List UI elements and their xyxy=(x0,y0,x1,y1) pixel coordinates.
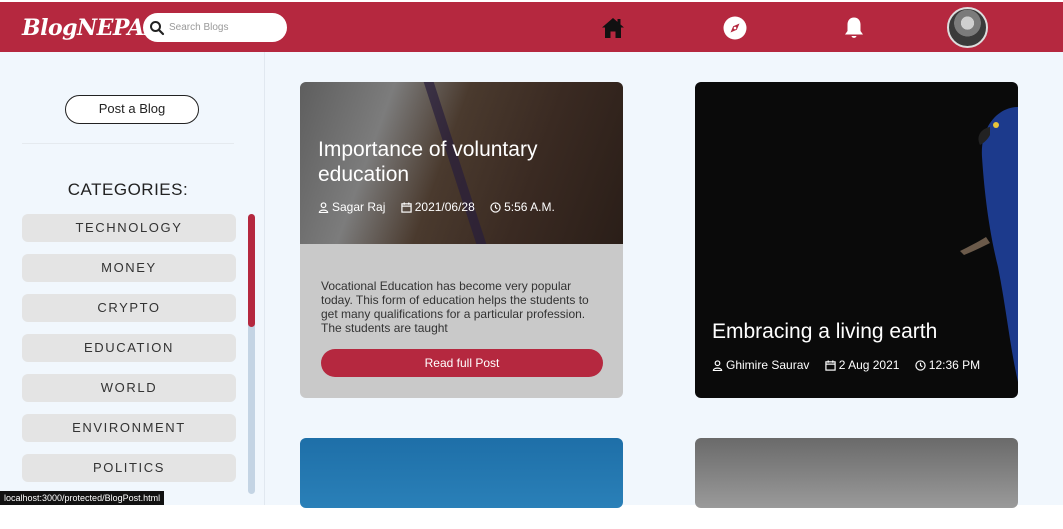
home-icon[interactable] xyxy=(600,15,626,41)
category-crypto[interactable]: CRYPTO xyxy=(22,294,236,322)
search-icon xyxy=(150,21,165,36)
post-date: 2021/06/28 xyxy=(414,200,475,214)
read-full-post-button[interactable]: Read full Post xyxy=(321,349,603,377)
post-time: 12:36 PM xyxy=(928,358,981,372)
user-avatar[interactable] xyxy=(947,7,988,48)
status-bar-url: localhost:3000/protected/BlogPost.html xyxy=(0,491,165,505)
category-politics[interactable]: POLITICS xyxy=(22,454,236,482)
blog-card-excerpt: Vocational Education has become very pop… xyxy=(321,279,589,335)
post-date: 2 Aug 2021 xyxy=(838,358,900,372)
author-name: Sagar Raj xyxy=(332,200,386,214)
post-blog-button[interactable]: Post a Blog xyxy=(65,95,199,124)
author-name: Ghimire Saurav xyxy=(726,358,810,372)
category-money[interactable]: MONEY xyxy=(22,254,236,282)
search-input[interactable] xyxy=(169,19,279,36)
post-time: 5:56 A.M. xyxy=(504,200,555,214)
blog-card-meta: Sagar Raj 2021/06/28 5:56 A.M. xyxy=(318,200,567,216)
divider xyxy=(22,143,234,144)
blog-card[interactable] xyxy=(300,438,623,508)
blog-card-title[interactable]: Importance of voluntary education xyxy=(318,137,608,187)
category-technology[interactable]: TECHNOLOGY xyxy=(22,214,236,242)
blog-card-title[interactable]: Embracing a living earth xyxy=(712,319,1012,344)
sidebar-scrollbar-thumb[interactable] xyxy=(248,214,255,327)
user-icon xyxy=(712,359,723,371)
blog-card[interactable]: Embracing a living earth Ghimire Saurav … xyxy=(695,82,1018,398)
sidebar: Post a Blog CATEGORIES: TECHNOLOGY MONEY… xyxy=(0,52,265,505)
calendar-icon xyxy=(825,359,836,371)
category-world[interactable]: WORLD xyxy=(22,374,236,402)
categories-heading: CATEGORIES: xyxy=(67,180,189,199)
clock-icon xyxy=(915,359,926,371)
top-navbar: BlogNEPAL xyxy=(0,2,1063,52)
blog-card[interactable] xyxy=(695,438,1018,508)
main-page: Post a Blog CATEGORIES: TECHNOLOGY MONEY… xyxy=(0,52,1063,508)
user-icon xyxy=(318,201,329,213)
blog-card[interactable]: Importance of voluntary education Sagar … xyxy=(300,82,623,398)
category-education[interactable]: EDUCATION xyxy=(22,334,236,362)
brand-logo[interactable]: BlogNEPAL xyxy=(22,15,159,41)
calendar-icon xyxy=(401,201,412,213)
blog-card-meta: Ghimire Saurav 2 Aug 2021 12:36 PM xyxy=(712,358,992,374)
bell-icon[interactable] xyxy=(841,15,867,41)
clock-icon xyxy=(490,201,501,213)
search-box[interactable] xyxy=(143,13,287,42)
compass-icon[interactable] xyxy=(722,15,748,41)
category-environment[interactable]: ENVIRONMENT xyxy=(22,414,236,442)
